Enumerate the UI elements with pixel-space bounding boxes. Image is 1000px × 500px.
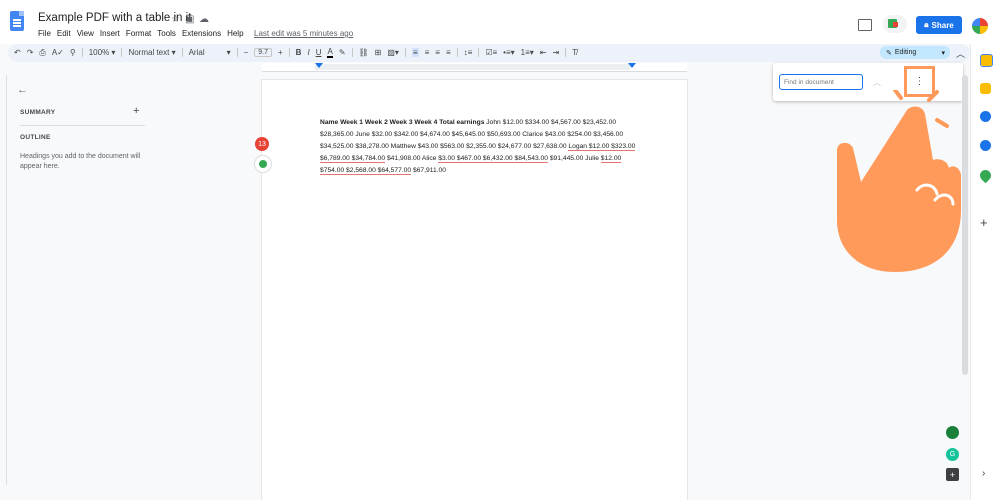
paint-format-icon[interactable]: ⚲ xyxy=(70,48,83,57)
increase-indent-icon[interactable]: ⇥ xyxy=(552,48,567,57)
grammarly-pen-icon[interactable] xyxy=(254,155,272,173)
meet-button[interactable] xyxy=(883,15,907,33)
align-left-icon[interactable]: ≡ xyxy=(411,48,419,57)
account-avatar[interactable] xyxy=(972,18,988,34)
menu-file[interactable]: File xyxy=(38,29,51,38)
vertical-scrollbar[interactable] xyxy=(962,75,968,375)
cloud-status-icon[interactable]: ☁ xyxy=(199,14,209,25)
last-edit-link[interactable]: Last edit was 5 minutes ago xyxy=(254,29,353,38)
redo-icon[interactable]: ↷ xyxy=(27,48,34,57)
increase-font-icon[interactable]: + xyxy=(278,48,290,57)
zoom-value: 100% xyxy=(88,48,110,57)
contacts-icon[interactable] xyxy=(980,140,991,151)
style-value: Normal text xyxy=(128,48,170,57)
font-select[interactable]: Arial ▾ xyxy=(189,48,238,57)
body-text-4: $67,911.00 xyxy=(411,167,446,174)
highlight-icon[interactable]: ✎ xyxy=(339,48,353,57)
align-center-icon[interactable]: ≡ xyxy=(425,48,430,57)
editing-label: Editing xyxy=(894,49,917,56)
share-label: Share xyxy=(931,20,954,30)
tasks-icon[interactable] xyxy=(980,111,991,122)
menu-insert[interactable]: Insert xyxy=(100,29,120,38)
suggestions-badge[interactable]: 13 xyxy=(255,137,269,151)
left-indent-marker[interactable] xyxy=(315,63,323,68)
document-title[interactable]: Example PDF with a table in it xyxy=(38,12,191,24)
body-text-3: $91,445.00 Julie xyxy=(547,155,601,162)
text-color-icon[interactable]: A xyxy=(327,47,333,58)
line-spacing-icon[interactable]: ↕≡ xyxy=(464,48,480,57)
chevron-up-icon[interactable]: ︿ xyxy=(956,47,965,60)
italic-icon[interactable]: I xyxy=(307,48,309,57)
menu-tools[interactable]: Tools xyxy=(157,29,176,38)
chevron-down-icon: ▾ xyxy=(941,49,945,57)
spellcheck-icon[interactable]: A✓ xyxy=(52,48,64,57)
comment-history-icon[interactable] xyxy=(858,19,872,31)
editing-mode-button[interactable]: ✎ Editing ▾ xyxy=(880,46,950,59)
insert-image-icon[interactable]: ▨▾ xyxy=(387,48,406,57)
vertical-ruler[interactable] xyxy=(0,75,7,485)
bold-icon[interactable]: B xyxy=(296,48,302,57)
summary-heading: SUMMARY xyxy=(20,109,56,116)
add-addon-icon[interactable]: + xyxy=(980,215,988,230)
outline-divider xyxy=(20,125,145,126)
keep-icon[interactable] xyxy=(980,83,991,94)
menu-edit[interactable]: Edit xyxy=(57,29,71,38)
share-button[interactable]: 🔒︎ Share xyxy=(916,16,962,34)
alice-row-text: $3.00 $467.00 $6,432.00 $84,543.00 xyxy=(438,155,548,163)
underline-icon[interactable]: U xyxy=(316,48,322,57)
find-input[interactable] xyxy=(779,74,863,90)
body-text-2: $41,908.00 Alice xyxy=(385,155,439,162)
document-body-text[interactable]: Name Week 1 Week 2 Week 3 Week 4 Total e… xyxy=(320,117,638,177)
style-select[interactable]: Normal text ▾ xyxy=(128,48,183,57)
docs-logo-icon[interactable] xyxy=(10,11,24,31)
print-icon[interactable]: ⎙ xyxy=(39,48,45,58)
chevron-right-icon[interactable]: › xyxy=(982,468,985,479)
add-summary-icon[interactable]: + xyxy=(133,105,139,117)
move-folder-icon[interactable]: ▣ xyxy=(185,14,194,25)
clear-formatting-icon[interactable]: T̸ xyxy=(572,48,577,57)
menu-bar: File Edit View Insert Format Tools Exten… xyxy=(38,29,244,38)
close-outline-arrow-icon[interactable]: ← xyxy=(17,84,28,96)
menu-help[interactable]: Help xyxy=(227,29,243,38)
add-comment-icon[interactable]: ⊞ xyxy=(375,48,382,57)
bullet-list-icon[interactable]: •≡▾ xyxy=(503,48,514,57)
outline-heading: OUTLINE xyxy=(20,134,51,141)
pointing-hand-icon xyxy=(837,90,961,272)
assistant-icon[interactable] xyxy=(946,426,959,439)
table-header-text: Name Week 1 Week 2 Week 3 Week 4 Total e… xyxy=(320,119,485,126)
outline-hint-text: Headings you add to the document will ap… xyxy=(20,153,141,170)
align-right-icon[interactable]: ≡ xyxy=(435,48,440,57)
decrease-font-icon[interactable]: − xyxy=(244,48,249,57)
menu-view[interactable]: View xyxy=(77,29,94,38)
decrease-indent-icon[interactable]: ⇤ xyxy=(540,48,547,57)
font-size-input[interactable]: 9.7 xyxy=(254,48,272,57)
zoom-select[interactable]: 100% ▾ xyxy=(89,48,123,57)
link-icon[interactable]: ⛓ xyxy=(359,48,369,57)
calendar-icon[interactable] xyxy=(980,54,993,67)
font-value: Arial xyxy=(188,48,205,57)
pencil-icon: ✎ xyxy=(886,49,892,57)
numbered-list-icon[interactable]: 1≡▾ xyxy=(521,48,534,57)
lock-icon: 🔒︎ xyxy=(924,20,929,29)
toolbar-buttons: ↶ ↷ ⎙ A✓ ⚲ 100% ▾ Normal text ▾ Arial ▾ −… xyxy=(14,47,577,58)
justify-icon[interactable]: ≡ xyxy=(446,48,458,57)
star-icon[interactable]: ☆ xyxy=(171,14,180,25)
undo-icon[interactable]: ↶ xyxy=(14,48,21,57)
menu-format[interactable]: Format xyxy=(126,29,151,38)
right-indent-marker[interactable] xyxy=(628,63,636,68)
find-previous-icon[interactable]: ︿ xyxy=(873,77,881,88)
grammarly-icon[interactable]: G xyxy=(946,448,959,461)
explore-icon[interactable]: + xyxy=(946,468,959,481)
ruler-text-area xyxy=(315,64,630,70)
menu-extensions[interactable]: Extensions xyxy=(182,29,221,38)
checklist-icon[interactable]: ☑≡ xyxy=(485,48,497,57)
